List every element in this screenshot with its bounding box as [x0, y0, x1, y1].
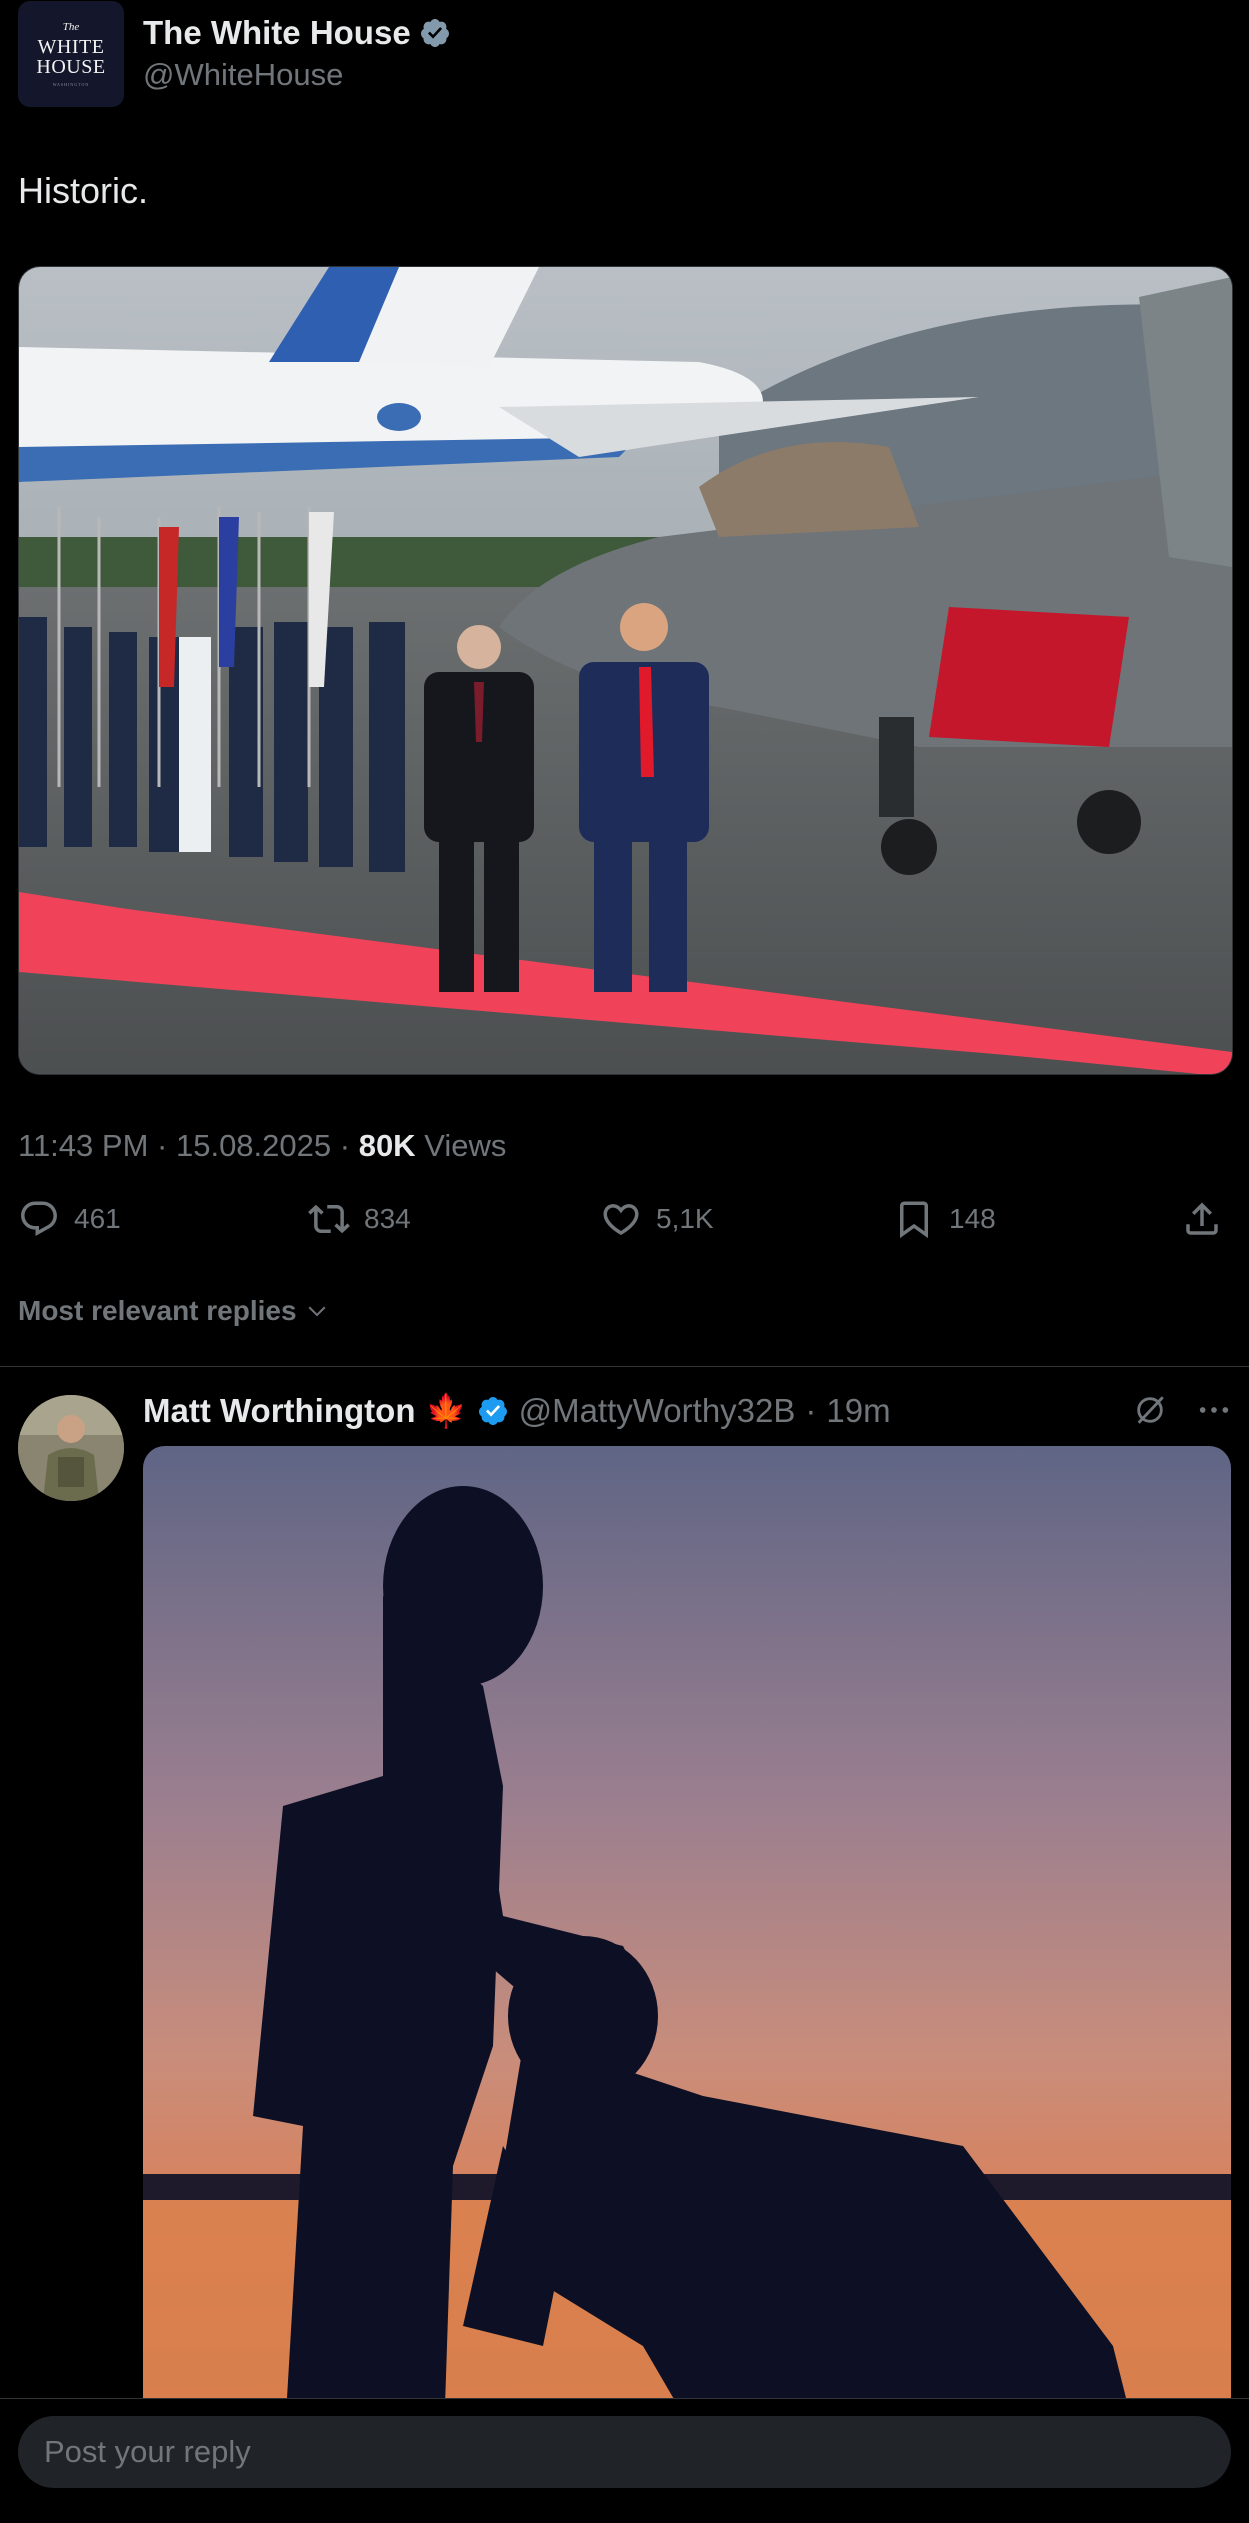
grey-checkmark-icon	[420, 19, 449, 47]
reply-author-handle[interactable]: @MattyWorthy32B	[519, 1392, 796, 1430]
replies-filter-label: Most relevant replies	[18, 1295, 297, 1326]
meta-separator-2: ·	[339, 1128, 351, 1163]
views-count: 80K	[358, 1128, 416, 1163]
author-name-label: The White House	[143, 14, 411, 51]
reply-input[interactable]	[42, 2433, 1146, 2471]
post-time[interactable]: 11:43 PM	[18, 1128, 148, 1163]
reply-icon	[21, 1201, 57, 1236]
author-handle[interactable]: @WhiteHouse	[143, 57, 343, 93]
avatar-text-washington: WASHINGTON	[52, 81, 90, 87]
chevron-down-icon	[308, 1306, 326, 1317]
reply-header: Matt Worthington 🍁 @MattyWorthy32B · 19m	[143, 1388, 891, 1434]
reply-separator: ·	[805, 1392, 817, 1429]
reply-author-avatar[interactable]	[18, 1395, 124, 1501]
grok-icon[interactable]	[1133, 1393, 1167, 1427]
author-name[interactable]: The White House	[143, 14, 451, 52]
whitehouse-avatar[interactable]: The WHITE HOUSE WASHINGTON	[18, 1, 124, 107]
reply-composer[interactable]	[18, 2416, 1231, 2488]
repost-icon	[308, 1204, 350, 1234]
post-photo[interactable]	[18, 266, 1233, 1075]
reply-author-name[interactable]: Matt Worthington	[143, 1392, 415, 1430]
post-text: Historic.	[18, 170, 149, 211]
reply-count: 461	[74, 1203, 121, 1234]
bookmark-count: 148	[949, 1203, 996, 1234]
heart-icon	[603, 1204, 639, 1236]
bookmark-icon	[900, 1201, 928, 1239]
more-icon[interactable]	[1197, 1393, 1231, 1427]
avatar-text-house: HOUSE	[36, 55, 106, 78]
avatar-text-white: WHITE	[37, 35, 105, 58]
share-button[interactable]	[1181, 1198, 1223, 1240]
soldier-avatar-icon	[18, 1395, 124, 1501]
reply-age[interactable]: 19m	[826, 1392, 890, 1430]
action-bar: 461 834 5,1K 148	[18, 1198, 1231, 1248]
post-date[interactable]: 15.08.2025	[176, 1128, 331, 1163]
like-count: 5,1K	[656, 1203, 714, 1234]
blue-checkmark-icon	[478, 1397, 507, 1425]
reply-button[interactable]: 461	[18, 1198, 121, 1240]
replies-filter-dropdown[interactable]: Most relevant replies	[18, 1295, 329, 1327]
like-button[interactable]: 5,1K	[600, 1198, 714, 1240]
divider	[0, 1366, 1249, 1367]
photo-icon	[143, 1446, 1231, 2466]
meta-separator-1: ·	[157, 1128, 168, 1163]
views-label: Views	[424, 1128, 507, 1163]
avatar-text-the: The	[62, 20, 80, 33]
reply-author-emoji: 🍁	[425, 1391, 467, 1429]
reply-photo[interactable]	[143, 1446, 1231, 2466]
bookmark-button[interactable]: 148	[893, 1198, 996, 1240]
repost-button[interactable]: 834	[308, 1198, 411, 1240]
post-meta: 11:43 PM · 15.08.2025 · 80K Views	[18, 1128, 506, 1164]
reply-tools	[1133, 1393, 1231, 1427]
photo-icon	[19, 267, 1232, 1074]
share-icon	[1186, 1202, 1218, 1235]
repost-count: 834	[364, 1203, 411, 1234]
